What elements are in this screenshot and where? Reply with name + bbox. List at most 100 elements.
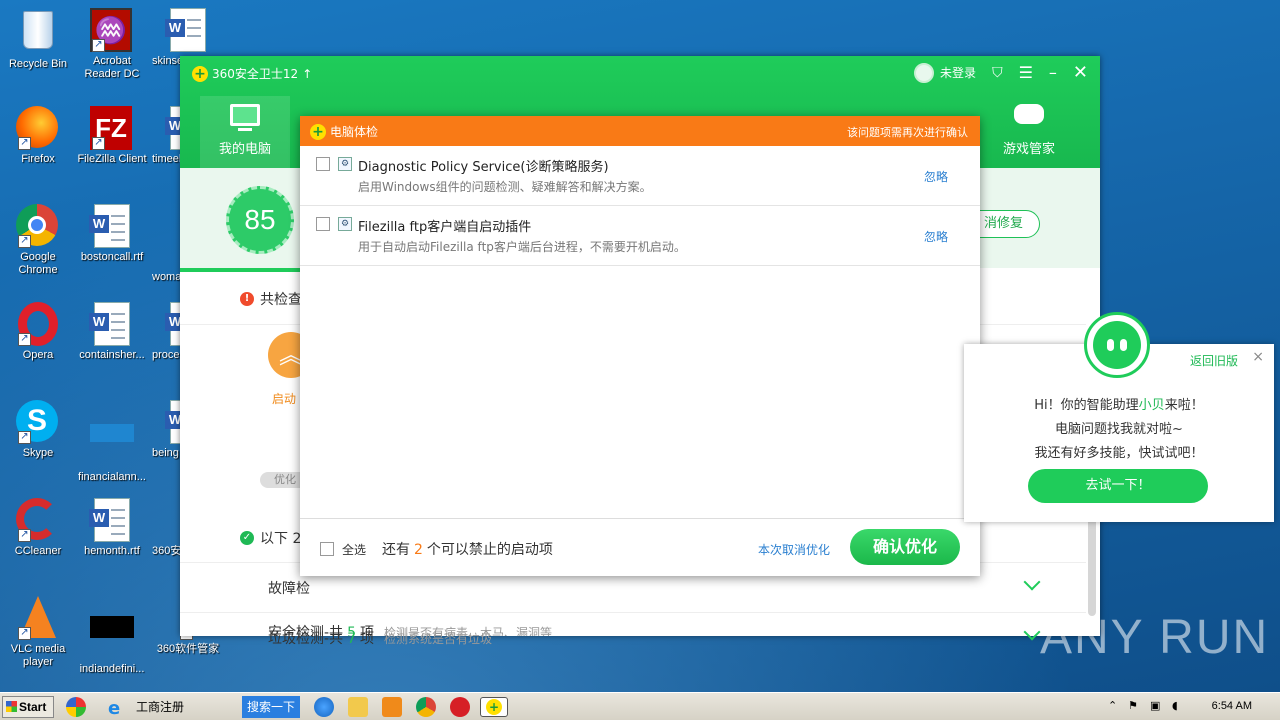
desktop-icon-containsher[interactable]: W containsher... [74, 302, 150, 362]
volume-icon[interactable]: ◖ [1172, 699, 1178, 712]
cancel-optimize-link[interactable]: 本次取消优化 [758, 541, 830, 558]
ignore-link[interactable]: 忽略 [924, 168, 948, 185]
assistant-name: 小贝 [1138, 398, 1165, 413]
ok-summary-text: 以下 2 [260, 531, 302, 547]
ie-quicklaunch-icon[interactable] [314, 697, 334, 717]
item-desc: 启用Windows组件的问题检测、疑难解答和解决方案。 [358, 180, 652, 194]
vlc-cone-icon: ↗ [16, 596, 60, 640]
desktop-icon-bostoncall[interactable]: W bostoncall.rtf [74, 204, 150, 264]
issues-summary: ! 共检查 [240, 289, 302, 309]
filezilla-icon: FZ ↗ [90, 106, 134, 150]
category-row-fault[interactable]: 故障检 [268, 578, 310, 598]
item-name: Filezilla ftp客户端自启动插件 [358, 220, 532, 235]
gamepad-icon [1012, 104, 1046, 134]
chevron-down-icon[interactable] [1023, 573, 1041, 591]
select-all-checkbox[interactable] [320, 542, 334, 556]
taskbar-item-label: 工商注册 [136, 700, 185, 714]
boost-label: 启动 [272, 392, 297, 406]
desktop-icon-label: VLC media player [10, 643, 66, 668]
desktop-icon-skype[interactable]: S ↗ Skype [0, 400, 76, 460]
login-area[interactable]: 未登录 [914, 62, 976, 83]
monitor-icon [228, 104, 262, 134]
tray-expand-icon[interactable]: ⌃ [1108, 699, 1117, 712]
skin-icon[interactable]: ⛉ [992, 65, 1003, 81]
desktop-icon-ccleaner[interactable]: ↗ CCleaner [0, 498, 76, 558]
network-icon[interactable]: ▣ [1150, 699, 1160, 712]
desktop-icon-google-chrome[interactable]: ↗ Google Chrome [0, 204, 76, 277]
dialog-header: + 电脑体检 该问题项需再次进行确认 [300, 116, 980, 146]
category-unit: 项 [359, 625, 374, 636]
acrobat-icon: ♒ ↗ [90, 8, 134, 52]
desktop-icon-label: bostoncall.rtf [80, 251, 144, 263]
tab-game-manager[interactable]: 游戏管家 [984, 96, 1074, 168]
opera-icon[interactable] [450, 697, 470, 717]
upgrade-arrow-icon[interactable]: ↑ [302, 67, 312, 81]
word-document-icon: W [89, 302, 134, 346]
assistant-line-3: 我还有好多技能，快试试吧！ [1034, 446, 1204, 461]
search-button[interactable]: 搜索一下 [242, 696, 300, 718]
desktop-icon-label: indiandefini... [79, 663, 145, 675]
select-all-label[interactable]: 全选 [342, 541, 366, 558]
warning-icon: ! [240, 292, 254, 306]
startup-item: ⚙ Diagnostic Policy Service(诊断策略服务) 启用Wi… [300, 146, 980, 206]
dialog-hint: 该问题项需再次进行确认 [847, 126, 968, 139]
desktop-icon-financialann[interactable]: financialann... [74, 400, 150, 484]
issues-summary-text: 共检查 [260, 292, 302, 308]
desktop-icon-acrobat[interactable]: ♒ ↗ Acrobat Reader DC [74, 8, 150, 81]
category-row-security[interactable]: 安全检测-共 5 项检测是否有病毒、木马、漏洞等 [268, 622, 1088, 636]
fix-button-label: 消修复 [983, 216, 1023, 231]
media-player-icon[interactable] [382, 697, 402, 717]
recycle-bin-icon [16, 11, 60, 55]
desktop-icon-firefox[interactable]: ↗ Firefox [0, 106, 76, 166]
flag-icon[interactable]: ⚑ [1128, 699, 1138, 712]
start-button[interactable]: Start [2, 696, 54, 718]
desktop-icon-recycle-bin[interactable]: Recycle Bin [0, 8, 76, 71]
minimize-icon[interactable]: – [1049, 63, 1057, 82]
desktop-icon-filezilla[interactable]: FZ ↗ FileZilla Client [74, 106, 150, 166]
back-to-old-version-link[interactable]: 返回旧版 [1190, 352, 1238, 369]
folder-icon[interactable] [348, 697, 368, 717]
close-icon[interactable]: × [1252, 349, 1264, 365]
avatar [914, 62, 935, 83]
desktop-icon-label: Opera [22, 349, 54, 361]
360-taskbar-icon[interactable]: + [480, 697, 508, 717]
check-icon: ✓ [240, 531, 254, 545]
item-desc: 用于自动启动Filezilla ftp客户端后台进程，不需要开机启动。 [358, 240, 686, 254]
remaining-count: 2 [414, 542, 423, 558]
close-icon[interactable]: ✕ [1073, 62, 1088, 83]
scrollbar[interactable] [1088, 506, 1096, 616]
shortcut-arrow-icon: ↗ [18, 431, 31, 444]
divider [180, 612, 1086, 613]
ignore-link[interactable]: 忽略 [924, 228, 948, 245]
desktop-icon-opera[interactable]: ↗ Opera [0, 302, 76, 362]
category-count: 5 [347, 625, 356, 636]
blank-file-icon [90, 424, 134, 468]
checkup-dialog: + 电脑体检 该问题项需再次进行确认 ⚙ Diagnostic Policy S… [300, 116, 980, 576]
try-it-button[interactable]: 去试一下！ [1028, 469, 1208, 503]
shortcut-arrow-icon: ↗ [18, 529, 31, 542]
remaining-suffix: 个可以禁止的启动项 [426, 542, 553, 558]
menu-icon[interactable]: ☰ [1019, 63, 1033, 82]
shortcut-arrow-icon: ↗ [18, 137, 31, 150]
desktop-icon-indiandefini[interactable]: indiandefini... [74, 596, 150, 676]
tab-label: 游戏管家 [1002, 142, 1055, 157]
chrome-icon[interactable] [416, 697, 436, 717]
opera-icon: ↗ [16, 302, 60, 346]
service-gear-icon: ⚙ [338, 157, 352, 171]
desktop-icon-vlc[interactable]: ↗ VLC media player [0, 596, 76, 669]
tab-my-computer[interactable]: 我的电脑 [200, 96, 290, 168]
ok-summary: ✓ 以下 2 [240, 528, 301, 548]
assistant-greeting: Hi！你的智能助理小贝来啦！ [964, 394, 1274, 413]
shortcut-arrow-icon: ↗ [92, 137, 105, 150]
desktop-icon-label: FileZilla Client [77, 153, 147, 165]
confirm-optimize-button[interactable]: 确认优化 [850, 529, 960, 565]
desktop-icon-hemonth[interactable]: W hemonth.rtf [74, 498, 150, 558]
shortcut-arrow-icon: ↗ [18, 333, 31, 346]
dialog-title: 电脑体检 [330, 125, 379, 139]
taskbar-item-ie[interactable]: e 工商注册 [104, 696, 238, 719]
windows-logo-icon[interactable] [66, 697, 86, 717]
item-checkbox[interactable] [316, 157, 330, 171]
item-checkbox[interactable] [316, 217, 330, 231]
shortcut-arrow-icon: ↗ [92, 39, 105, 52]
clock[interactable]: 6:54 AM [1212, 700, 1252, 712]
